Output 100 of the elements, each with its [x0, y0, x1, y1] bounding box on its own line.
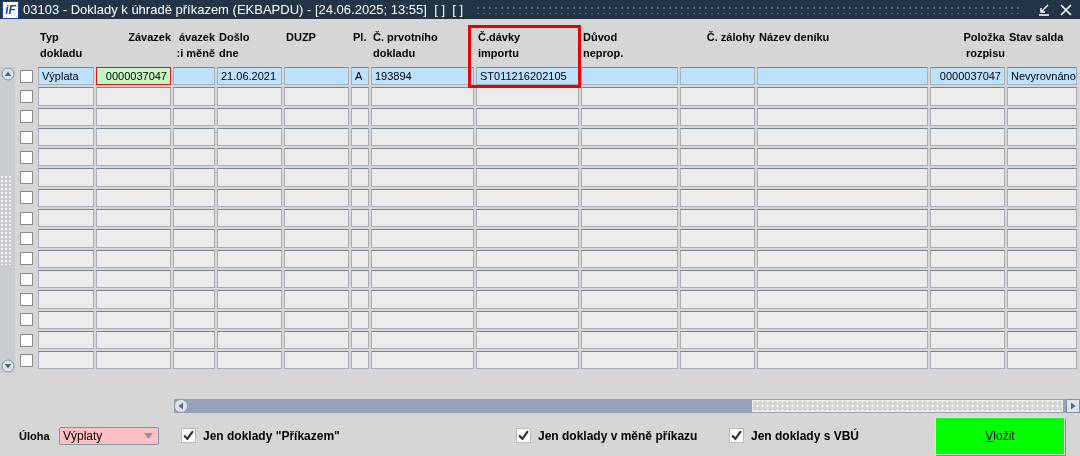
- table-cell[interactable]: [173, 67, 215, 86]
- table-cell[interactable]: [757, 229, 928, 248]
- table-cell[interactable]: [217, 127, 282, 147]
- table-cell[interactable]: [96, 188, 171, 208]
- scroll-down-icon[interactable]: [0, 359, 15, 373]
- table-cell[interactable]: [1007, 148, 1077, 167]
- insert-button[interactable]: Vložit: [935, 417, 1065, 455]
- table-cell[interactable]: [1007, 188, 1077, 208]
- table-cell[interactable]: [371, 209, 474, 228]
- table-cell[interactable]: [173, 127, 215, 147]
- table-cell[interactable]: [930, 87, 1005, 106]
- row-checkbox[interactable]: [20, 333, 33, 347]
- table-cell[interactable]: [930, 351, 1005, 370]
- table-cell[interactable]: [930, 290, 1005, 309]
- table-cell[interactable]: [173, 269, 215, 289]
- table-cell[interactable]: [38, 249, 94, 268]
- table-cell[interactable]: [38, 107, 94, 126]
- table-cell[interactable]: [351, 168, 369, 187]
- table-cell[interactable]: [96, 209, 171, 228]
- table-cell[interactable]: [173, 148, 215, 167]
- table-cell[interactable]: [217, 351, 282, 370]
- row-checkbox[interactable]: [20, 313, 33, 327]
- table-cell[interactable]: [757, 351, 928, 370]
- vertical-scrollbar[interactable]: [0, 67, 15, 373]
- table-cell[interactable]: [217, 87, 282, 106]
- table-cell[interactable]: [38, 330, 94, 350]
- table-cell[interactable]: [284, 310, 349, 329]
- row-checkbox[interactable]: [20, 130, 33, 144]
- table-cell[interactable]: [371, 351, 474, 370]
- table-cell[interactable]: [38, 269, 94, 289]
- scroll-grip[interactable]: [0, 175, 12, 265]
- table-cell[interactable]: [371, 188, 474, 208]
- table-cell[interactable]: [930, 269, 1005, 289]
- table-cell[interactable]: [173, 107, 215, 126]
- table-cell[interactable]: [38, 209, 94, 228]
- table-cell[interactable]: [476, 290, 579, 309]
- table-cell[interactable]: [38, 351, 94, 370]
- table-cell[interactable]: [284, 168, 349, 187]
- table-cell[interactable]: [930, 310, 1005, 329]
- table-cell[interactable]: [680, 290, 755, 309]
- table-cell[interactable]: [757, 310, 928, 329]
- table-cell[interactable]: [371, 107, 474, 126]
- table-cell[interactable]: [680, 188, 755, 208]
- table-cell[interactable]: [581, 67, 678, 86]
- table-cell[interactable]: [96, 290, 171, 309]
- table-cell[interactable]: [680, 107, 755, 126]
- table-cell[interactable]: [1007, 168, 1077, 187]
- table-cell[interactable]: [351, 87, 369, 106]
- table-cell[interactable]: [96, 148, 171, 167]
- table-cell[interactable]: [173, 87, 215, 106]
- table-cell[interactable]: [930, 168, 1005, 187]
- table-cell[interactable]: [1007, 351, 1077, 370]
- table-cell[interactable]: [371, 269, 474, 289]
- table-cell[interactable]: 0000037047: [96, 67, 171, 86]
- table-cell[interactable]: [371, 127, 474, 147]
- table-cell[interactable]: [351, 127, 369, 147]
- table-cell[interactable]: [38, 188, 94, 208]
- table-cell[interactable]: [38, 127, 94, 147]
- table-cell[interactable]: [930, 188, 1005, 208]
- table-cell[interactable]: [581, 107, 678, 126]
- row-checkbox[interactable]: [20, 69, 33, 83]
- table-cell[interactable]: [351, 290, 369, 309]
- table-cell[interactable]: [581, 188, 678, 208]
- table-cell[interactable]: [581, 330, 678, 350]
- table-cell[interactable]: [476, 351, 579, 370]
- table-cell[interactable]: [217, 249, 282, 268]
- table-cell[interactable]: [1007, 229, 1077, 248]
- table-cell[interactable]: [476, 209, 579, 228]
- table-cell[interactable]: [38, 310, 94, 329]
- table-cell[interactable]: [757, 168, 928, 187]
- table-cell[interactable]: [476, 269, 579, 289]
- table-cell[interactable]: [38, 168, 94, 187]
- close-icon[interactable]: [1060, 3, 1072, 16]
- table-cell[interactable]: [96, 249, 171, 268]
- table-cell[interactable]: [371, 168, 474, 187]
- table-cell[interactable]: [680, 87, 755, 106]
- table-cell[interactable]: [476, 148, 579, 167]
- table-cell[interactable]: [680, 310, 755, 329]
- table-cell[interactable]: [284, 229, 349, 248]
- table-cell[interactable]: [476, 310, 579, 329]
- table-cell[interactable]: [96, 330, 171, 350]
- table-cell[interactable]: [284, 330, 349, 350]
- scroll-right-icon[interactable]: [1066, 399, 1080, 413]
- table-cell[interactable]: [1007, 209, 1077, 228]
- table-cell[interactable]: [680, 330, 755, 350]
- table-cell[interactable]: [173, 249, 215, 268]
- row-checkbox[interactable]: [20, 150, 33, 164]
- table-cell[interactable]: [757, 87, 928, 106]
- table-cell[interactable]: [217, 290, 282, 309]
- table-cell[interactable]: [217, 209, 282, 228]
- table-cell[interactable]: [96, 269, 171, 289]
- table-cell[interactable]: [217, 310, 282, 329]
- table-cell[interactable]: [217, 107, 282, 126]
- table-cell[interactable]: [930, 148, 1005, 167]
- table-cell[interactable]: Výplata: [38, 67, 94, 86]
- table-cell[interactable]: [680, 229, 755, 248]
- row-checkbox[interactable]: [20, 211, 33, 225]
- table-cell[interactable]: [371, 87, 474, 106]
- filter-checkbox[interactable]: [181, 428, 196, 443]
- table-cell[interactable]: [96, 351, 171, 370]
